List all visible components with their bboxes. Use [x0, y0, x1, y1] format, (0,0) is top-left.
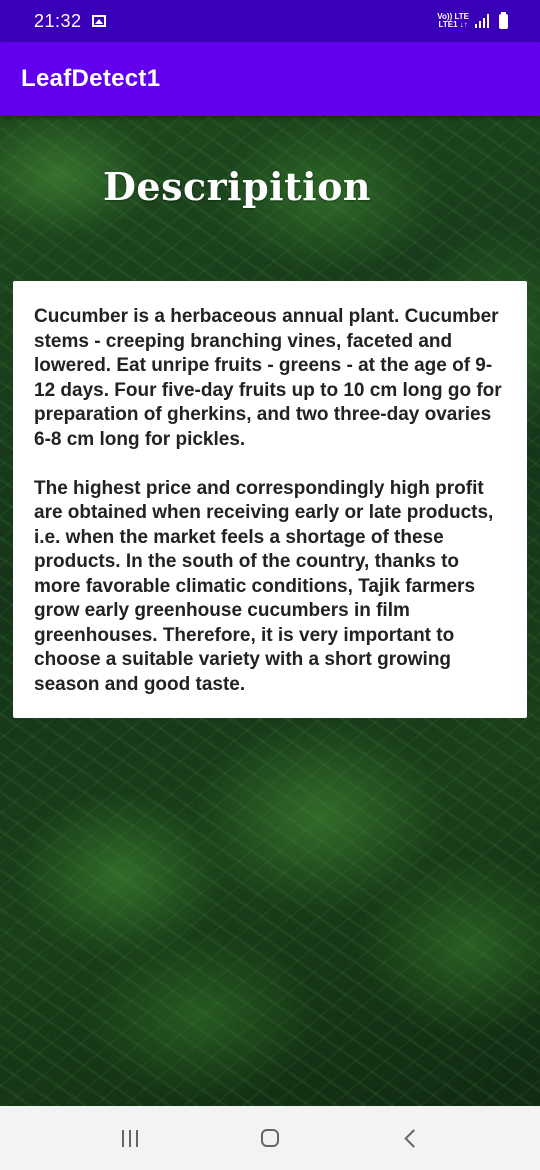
gallery-icon [91, 15, 106, 27]
status-time: 21:32 [34, 10, 82, 31]
app-title: LeafDetect1 [21, 65, 161, 92]
recents-icon [122, 1129, 138, 1147]
network-indicator: Vo)) LTE LTE1 ↓↑ [437, 13, 469, 29]
signal-icon [475, 14, 489, 28]
home-button[interactable] [240, 1116, 300, 1160]
battery-icon [499, 11, 508, 29]
recents-button[interactable] [100, 1116, 160, 1160]
system-nav-bar [0, 1106, 540, 1170]
status-bar: 21:32 Vo)) LTE LTE1 ↓↑ [0, 0, 540, 42]
back-icon [403, 1128, 423, 1148]
home-icon [261, 1129, 279, 1147]
description-card: Cucumber is a herbaceous annual plant. C… [13, 281, 527, 718]
page-heading: Descripition [102, 164, 372, 209]
description-paragraph-2: The highest price and correspondingly hi… [34, 477, 494, 695]
network-bottom-label: LTE1 ↓↑ [438, 20, 468, 29]
back-button[interactable] [380, 1116, 440, 1160]
status-indicators: Vo)) LTE LTE1 ↓↑ [437, 11, 508, 29]
description-paragraph-1: Cucumber is a herbaceous annual plant. C… [34, 306, 502, 450]
app-bar: LeafDetect1 [0, 42, 540, 116]
fern-background: Descripition Cucumber is a herbaceous an… [0, 116, 540, 1106]
